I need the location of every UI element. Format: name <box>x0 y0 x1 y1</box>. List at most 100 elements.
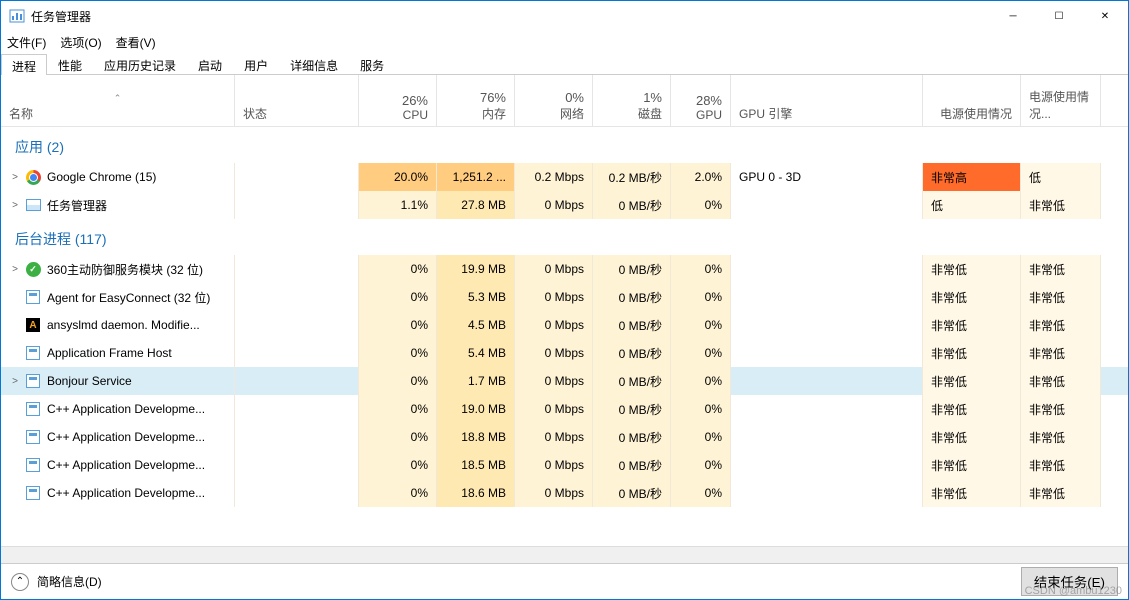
process-row[interactable]: Agent for EasyConnect (32 位)0%5.3 MB0 Mb… <box>1 283 1128 311</box>
header-network[interactable]: 0% 网络 <box>515 75 593 126</box>
process-name-label: C++ Application Developme... <box>47 402 205 416</box>
process-name-cell[interactable]: >Bonjour Service <box>1 367 235 395</box>
process-row[interactable]: >任务管理器1.1%27.8 MB0 Mbps0 MB/秒0%低非常低 <box>1 191 1128 219</box>
mem-cell: 1.7 MB <box>437 367 515 395</box>
sort-indicator-icon: ⌃ <box>9 93 226 105</box>
cpu-cell: 0% <box>359 283 437 311</box>
header-power[interactable]: 电源使用情况 <box>923 75 1021 126</box>
power-trend-cell: 非常低 <box>1021 451 1101 479</box>
maximize-button[interactable]: ☐ <box>1036 1 1082 31</box>
app-icon <box>9 8 25 24</box>
generic-icon <box>25 373 41 389</box>
menubar: 文件(F) 选项(O) 查看(V) <box>1 31 1128 53</box>
gpu-engine-cell <box>731 339 923 367</box>
mem-cell: 4.5 MB <box>437 311 515 339</box>
header-cpu-pct: 26% <box>402 93 428 108</box>
gpu-engine-cell <box>731 255 923 283</box>
header-power-trend[interactable]: 电源使用情况... <box>1021 75 1101 126</box>
expander-icon[interactable]: > <box>9 376 21 387</box>
process-name-cell[interactable]: Aansyslmd daemon. Modifie... <box>1 311 235 339</box>
process-row[interactable]: Application Frame Host0%5.4 MB0 Mbps0 MB… <box>1 339 1128 367</box>
process-row[interactable]: >Bonjour Service0%1.7 MB0 Mbps0 MB/秒0%非常… <box>1 367 1128 395</box>
power-trend-cell: 非常低 <box>1021 311 1101 339</box>
tab-4[interactable]: 用户 <box>233 53 279 74</box>
cpu-cell: 0% <box>359 311 437 339</box>
gpu-cell: 0% <box>671 283 731 311</box>
minimize-button[interactable]: ─ <box>990 1 1036 31</box>
brief-info-link[interactable]: 简略信息(D) <box>37 573 102 590</box>
header-mem-label: 内存 <box>482 105 506 122</box>
header-memory[interactable]: 76% 内存 <box>437 75 515 126</box>
process-name-cell[interactable]: Agent for EasyConnect (32 位) <box>1 283 235 311</box>
process-name-label: 任务管理器 <box>47 197 107 214</box>
mem-cell: 18.5 MB <box>437 451 515 479</box>
header-net-label: 网络 <box>560 105 584 122</box>
power-trend-cell: 非常低 <box>1021 255 1101 283</box>
process-row[interactable]: C++ Application Developme... 0%18.5 MB 0 M… <box>1 451 1128 479</box>
disk-cell: 0 MB/秒 <box>593 451 671 479</box>
process-row[interactable]: C++ Application Developme...0%18.8 MB0 M… <box>1 423 1128 451</box>
ansys-icon: A <box>25 317 41 333</box>
tab-0[interactable]: 进程 <box>1 54 47 75</box>
net-cell: 0 Mbps <box>515 339 593 367</box>
menu-view[interactable]: 查看(V) <box>116 34 156 51</box>
power-cell: 非常低 <box>923 451 1021 479</box>
process-name-cell[interactable]: >✓360主动防御服务模块 (32 位) <box>1 255 235 283</box>
power-trend-cell: 非常低 <box>1021 339 1101 367</box>
header-mem-pct: 76% <box>480 90 506 105</box>
process-row[interactable]: C++ Application Developme...0%18.6 MB0 M… <box>1 479 1128 507</box>
header-cpu[interactable]: 26% CPU <box>359 75 437 126</box>
end-task-button[interactable]: 结束任务(E) <box>1021 567 1118 596</box>
process-name-cell[interactable]: > 任务管理器 <box>1 191 235 219</box>
header-status[interactable]: 状态 <box>235 75 359 126</box>
process-row[interactable]: C++ Application Developme...0%19.0 MB0 M… <box>1 395 1128 423</box>
power-cell: 非常低 <box>923 423 1021 451</box>
process-name-label: Google Chrome (15) <box>47 170 156 184</box>
cpu-cell: 0% <box>359 395 437 423</box>
status-cell <box>235 283 359 311</box>
tab-1[interactable]: 性能 <box>47 53 93 74</box>
gpu-cell: 0% <box>671 311 731 339</box>
tab-6[interactable]: 服务 <box>349 53 395 74</box>
status-cell <box>235 191 359 219</box>
close-button[interactable]: ✕ <box>1082 1 1128 31</box>
process-row[interactable]: Aansyslmd daemon. Modifie...0%4.5 MB0 Mb… <box>1 311 1128 339</box>
header-name[interactable]: ⌃ 名称 <box>1 75 235 126</box>
process-name-cell[interactable]: > Google Chrome (15) <box>1 163 235 191</box>
process-name-cell[interactable]: Application Frame Host <box>1 339 235 367</box>
process-row[interactable]: >Google Chrome (15)20.0%1,251.2 ...0.2 M… <box>1 163 1128 191</box>
process-name-cell[interactable]: C++ Application Developme... <box>1 395 235 423</box>
power-cell: 非常低 <box>923 311 1021 339</box>
process-name-cell[interactable]: C++ Application Developme... <box>1 479 235 507</box>
net-cell: 0 Mbps <box>515 423 593 451</box>
footer: ⌃ 简略信息(D) 结束任务(E) <box>1 563 1128 599</box>
cpu-cell: 0% <box>359 451 437 479</box>
process-name-cell[interactable]: C++ Application Developme... <box>1 423 235 451</box>
process-row[interactable]: >✓360主动防御服务模块 (32 位)0%19.9 MB0 Mbps0 MB/… <box>1 255 1128 283</box>
titlebar[interactable]: 任务管理器 ─ ☐ ✕ <box>1 1 1128 31</box>
tab-3[interactable]: 启动 <box>187 53 233 74</box>
expander-icon[interactable]: > <box>9 264 21 275</box>
tab-5[interactable]: 详细信息 <box>279 53 349 74</box>
process-name-label: C++ Application Developme... <box>47 486 205 500</box>
expander-icon[interactable]: > <box>9 172 21 183</box>
power-trend-cell: 非常低 <box>1021 191 1101 219</box>
task-manager-window: 任务管理器 ─ ☐ ✕ 文件(F) 选项(O) 查看(V) 进程性能应用历史记录… <box>0 0 1129 600</box>
process-name-cell[interactable]: C++ Application Developme... <box>1 451 235 479</box>
tab-2[interactable]: 应用历史记录 <box>93 53 187 74</box>
header-gpu-engine[interactable]: GPU 引擎 <box>731 75 923 126</box>
header-disk[interactable]: 1% 磁盘 <box>593 75 671 126</box>
menu-options[interactable]: 选项(O) <box>60 34 101 51</box>
menu-file[interactable]: 文件(F) <box>7 34 46 51</box>
generic-icon <box>25 429 41 445</box>
power-trend-cell: 非常低 <box>1021 423 1101 451</box>
horizontal-scrollbar[interactable] <box>1 546 1128 563</box>
generic-icon <box>25 345 41 361</box>
collapse-icon[interactable]: ⌃ <box>11 573 29 591</box>
header-cpu-label: CPU <box>403 108 428 122</box>
process-list[interactable]: 应用 (2)>Google Chrome (15)20.0%1,251.2 ..… <box>1 127 1128 546</box>
header-gpuengine-label: GPU 引擎 <box>739 105 914 122</box>
power-cell: 低 <box>923 191 1021 219</box>
header-gpu[interactable]: 28% GPU <box>671 75 731 126</box>
expander-icon[interactable]: > <box>9 200 21 211</box>
